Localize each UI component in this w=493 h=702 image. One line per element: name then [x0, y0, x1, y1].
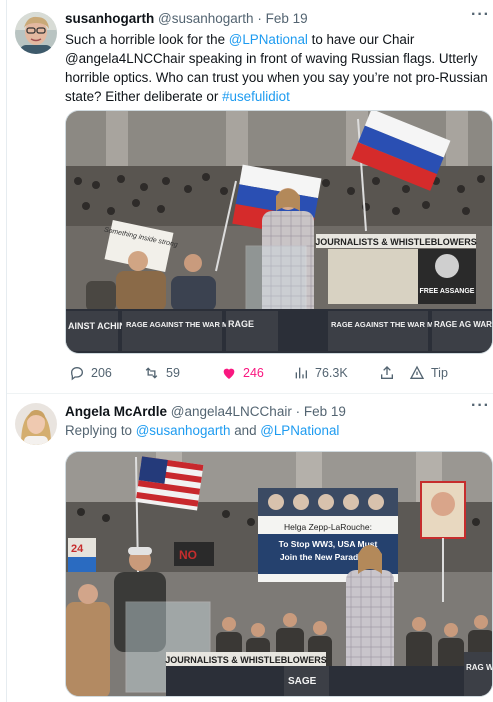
banner-journalists: JOURNALISTS & WHISTLEBLOWERS	[165, 655, 327, 665]
mention-susanhogarth[interactable]: @susanhogarth	[136, 423, 231, 438]
like-button[interactable]: 246	[221, 365, 293, 381]
author-handle[interactable]: @angela4LNCChair	[171, 404, 292, 419]
banner-journalists: JOURNALISTS & WHISTLEBLOWERS	[315, 237, 477, 247]
sign-rage-right: RAGE AG WAR MA	[434, 320, 493, 329]
separator-dot: ·	[295, 404, 301, 419]
timeline: susanhogarth @susanhogarth · Feb 19 ··· …	[6, 0, 493, 702]
separator-dot: ·	[257, 11, 262, 26]
author-name[interactable]: Angela McArdle	[65, 404, 167, 419]
tweet-date[interactable]: Feb 19	[266, 11, 308, 26]
retweet-count: 59	[166, 366, 180, 380]
views-icon	[295, 367, 307, 379]
avatar-angela-image	[15, 403, 57, 445]
like-count: 246	[243, 366, 264, 380]
avatar-susanhogarth-image	[15, 12, 57, 54]
tweet-date[interactable]: Feb 19	[304, 404, 346, 419]
retweet-icon	[145, 367, 158, 379]
share-button[interactable]	[379, 365, 409, 381]
heart-filled-icon	[223, 368, 235, 379]
more-options-icon[interactable]: ···	[471, 397, 490, 415]
sign-24: 24	[71, 543, 84, 555]
tweet-angela-mcardle[interactable]: Angela McArdle @angela4LNCChair · Feb 19…	[7, 395, 493, 702]
tweet-text: Such a horrible look for the @LPNational…	[65, 30, 489, 106]
poster-line-2: To Stop WW3, USA Must	[279, 539, 378, 549]
replying-and: and	[230, 423, 261, 438]
author-handle[interactable]: @susanhogarth	[158, 11, 254, 26]
views-button[interactable]: 76.3K	[293, 365, 379, 381]
tweet-susanhogarth[interactable]: susanhogarth @susanhogarth · Feb 19 ··· …	[7, 0, 493, 395]
rally-photo-russian-flags: Something inside strong JOURNALISTS & WH…	[66, 111, 493, 353]
replying-to-label: Replying to	[65, 423, 136, 438]
mention-lpnational[interactable]: @LPNational	[229, 32, 308, 47]
avatar[interactable]	[15, 403, 57, 445]
tip-label: Tip	[431, 366, 448, 380]
sign-rage-right: RAG WAR	[466, 663, 493, 672]
hashtag-usefulidiot[interactable]: #usefulidiot	[222, 89, 290, 104]
replying-to: Replying to @susanhogarth and @LPNationa…	[65, 423, 339, 438]
tweet-divider	[7, 393, 493, 394]
reply-icon	[70, 366, 84, 381]
avatar[interactable]	[15, 12, 57, 54]
reply-button[interactable]: 206	[69, 365, 143, 381]
tweet-photo[interactable]: Something inside strong JOURNALISTS & WH…	[65, 110, 493, 354]
sign-no: NO	[179, 548, 197, 562]
tip-icon	[409, 365, 425, 379]
mention-lpnational[interactable]: @LPNational	[260, 423, 339, 438]
tweet-text-segment: Such a horrible look for the	[65, 32, 229, 47]
reply-count: 206	[91, 366, 112, 380]
poster-line-1: Helga Zepp-LaRouche:	[284, 522, 372, 532]
rally-photo-speaker: Helga Zepp-LaRouche: To Stop WW3, USA Mu…	[66, 452, 493, 696]
share-icon	[381, 366, 393, 379]
sign-rage-mid: RAGE	[228, 319, 254, 329]
tweet-photo[interactable]: Helga Zepp-LaRouche: To Stop WW3, USA Mu…	[65, 451, 493, 697]
author-name[interactable]: susanhogarth	[65, 11, 154, 26]
tweet-header: susanhogarth @susanhogarth · Feb 19	[65, 11, 308, 26]
tweet-header: Angela McArdle @angela4LNCChair · Feb 19	[65, 404, 346, 419]
view-count: 76.3K	[315, 366, 348, 380]
retweet-button[interactable]: 59	[143, 365, 221, 381]
more-options-icon[interactable]: ···	[471, 6, 490, 24]
sign-free-assange: FREE ASSANGE	[420, 288, 475, 295]
tip-button[interactable]: Tip	[409, 365, 448, 381]
sign-sage: SAGE	[288, 676, 317, 687]
tweet-actions: 206 59 246 76.3K Tip	[69, 365, 469, 381]
